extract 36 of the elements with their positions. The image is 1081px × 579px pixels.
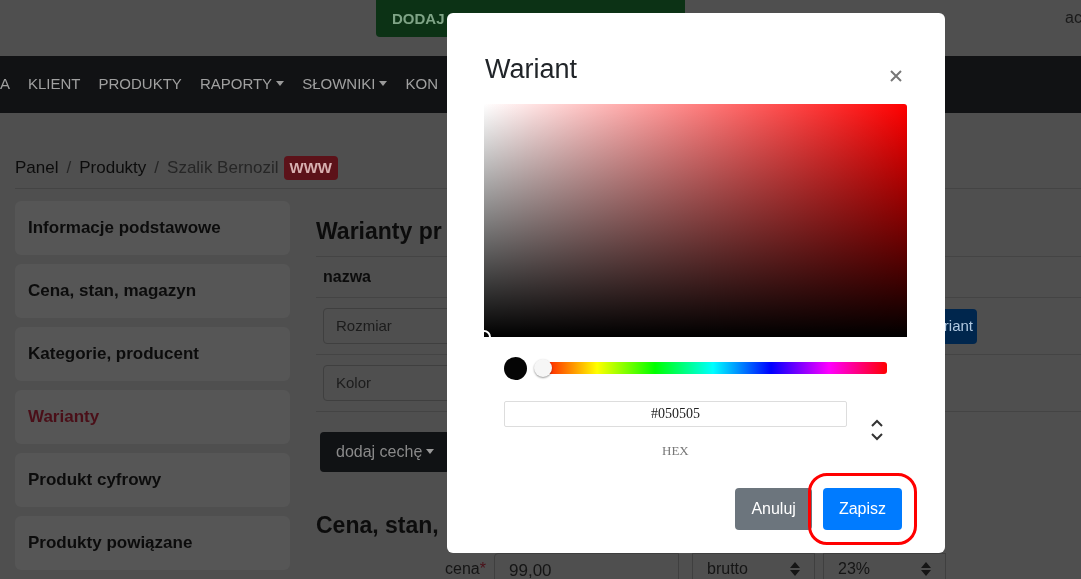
nav-link[interactable]: RAPORTY	[190, 73, 294, 96]
toggle-arrows-icon[interactable]	[870, 417, 884, 443]
vat-select[interactable]: 23%	[823, 552, 946, 579]
nav-link[interactable]: A	[0, 73, 19, 96]
slider-thumb[interactable]	[534, 359, 552, 377]
sort-arrows-icon	[921, 561, 931, 576]
save-button[interactable]: Zapisz	[822, 488, 902, 530]
modal-title: Wariant	[485, 53, 578, 86]
column-header: nazwa	[323, 268, 371, 285]
color-swatch	[504, 357, 527, 380]
sidebar-item[interactable]: Produkty powiązane	[15, 515, 290, 570]
sidebar-item[interactable]: Kategorie, producent	[15, 326, 290, 381]
hue-slider[interactable]	[534, 359, 887, 377]
nav-link[interactable]: KLIENT	[19, 73, 90, 96]
hex-input[interactable]: #050505	[504, 401, 847, 427]
sidebar-item[interactable]: Produkt cyfrowy	[15, 452, 290, 507]
sort-arrows-icon	[790, 561, 800, 576]
nav-link[interactable]: PRODUKTY	[89, 73, 191, 96]
price-type-select[interactable]: brutto	[692, 552, 815, 579]
field-label: cena	[445, 558, 480, 579]
required-mark: *	[479, 558, 486, 579]
breadcrumb-link[interactable]: Panel	[15, 155, 59, 181]
nav-link[interactable]: KON	[396, 73, 447, 96]
sidebar-item[interactable]: Warianty	[15, 389, 290, 444]
sidebar-item[interactable]: Informacje podstawowe	[15, 200, 290, 255]
price-field[interactable]: 99,00	[494, 552, 679, 579]
sidebar-item[interactable]: Cena, stan, magazyn	[15, 263, 290, 318]
status-badge: WWW	[283, 155, 339, 180]
section-heading: Warianty pr	[316, 216, 442, 246]
breadcrumb-separator: /	[66, 157, 72, 179]
breadcrumb-link[interactable]: Produkty	[79, 155, 147, 181]
breadcrumb-separator: /	[154, 157, 160, 179]
cancel-button[interactable]: Anuluj	[735, 488, 812, 530]
section-heading: Cena, stan,	[316, 511, 439, 540]
nav-link[interactable]: SŁOWNIKI	[293, 73, 397, 96]
format-label: HEX	[662, 442, 689, 460]
